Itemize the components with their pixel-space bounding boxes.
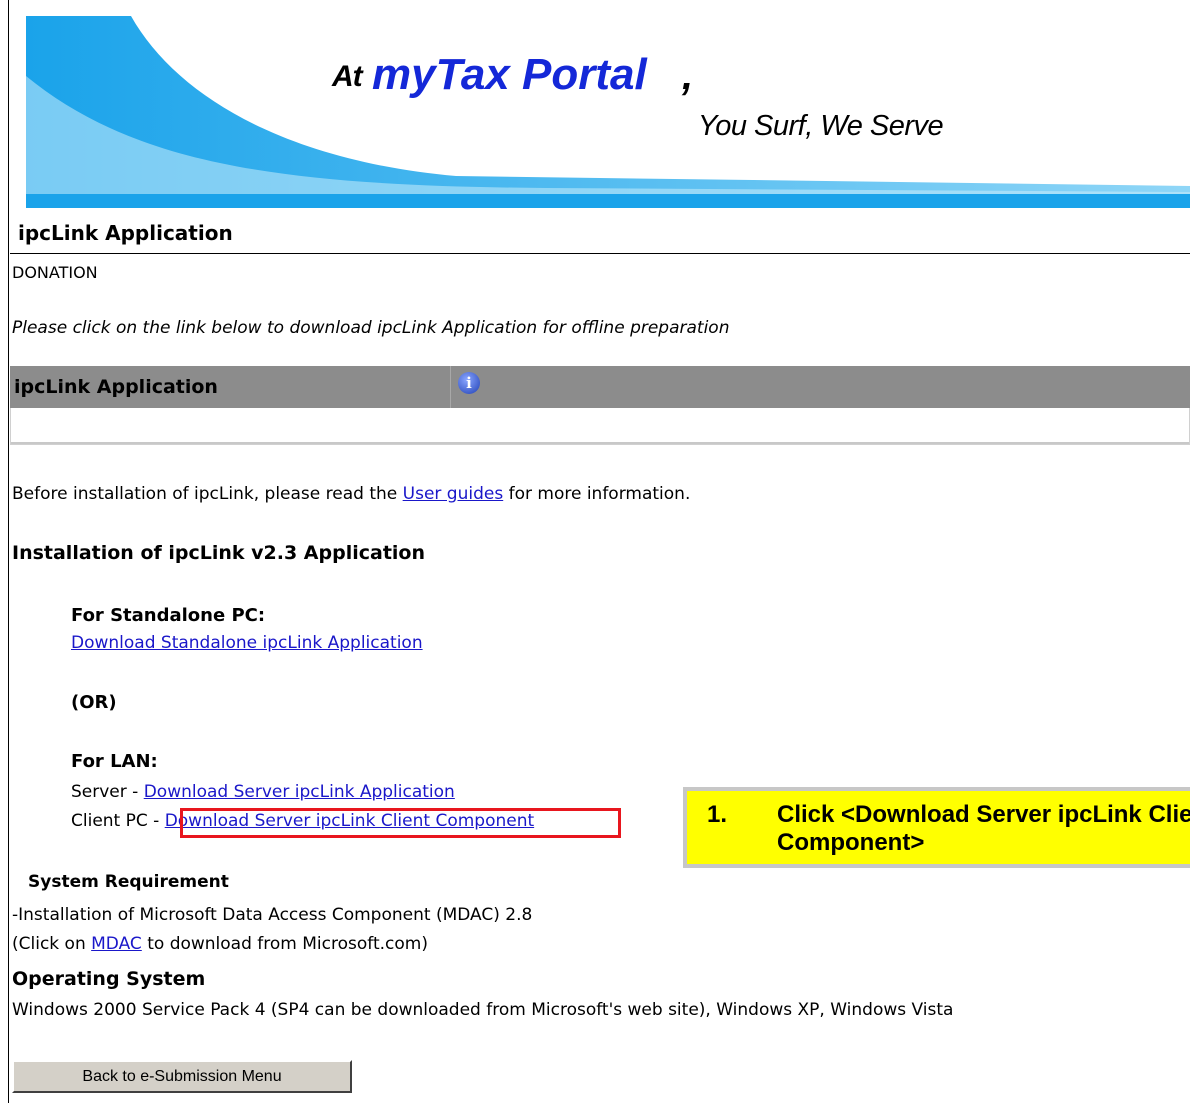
client-prefix: Client PC - <box>71 811 160 831</box>
mdac-requirement: -Installation of Microsoft Data Access C… <box>12 905 533 925</box>
back-to-menu-button[interactable]: Back to e-Submission Menu <box>12 1060 352 1093</box>
page-title: ipcLink Application <box>18 221 233 245</box>
os-text: Windows 2000 Service Pack 4 (SP4 can be … <box>12 1000 954 1020</box>
user-guides-link[interactable]: User guides <box>403 484 504 504</box>
or-label: (OR) <box>71 692 117 713</box>
user-guides-line: Before installation of ipcLink, please r… <box>12 484 690 504</box>
system-requirement-heading: System Requirement <box>28 872 229 892</box>
panel-header-divider <box>450 366 451 408</box>
mytax-portal-banner: At myTax Portal , You Surf, We Serve <box>26 16 1190 208</box>
banner-tagline: You Surf, We Serve <box>698 110 944 142</box>
download-standalone-link[interactable]: Download Standalone ipcLink Application <box>71 633 423 653</box>
banner-graphic <box>26 16 1190 208</box>
lan-heading: For LAN: <box>71 751 158 772</box>
mdac-link[interactable]: MDAC <box>91 934 142 954</box>
banner-brand-text: myTax Portal <box>372 50 647 99</box>
os-heading: Operating System <box>12 968 206 990</box>
title-divider <box>10 253 1190 254</box>
user-guides-after: for more information. <box>508 484 691 504</box>
category-label: DONATION <box>12 263 98 282</box>
install-heading: Installation of ipcLink v2.3 Application <box>12 542 425 564</box>
server-prefix: Server - <box>71 782 139 802</box>
user-guides-before: Before installation of ipcLink, please r… <box>12 484 398 504</box>
callout-line-2: Component> <box>777 829 925 856</box>
info-icon[interactable]: i <box>458 372 480 394</box>
panel-header-title: ipcLink Application <box>14 376 218 398</box>
panel-header: ipcLink Application i <box>10 366 1190 408</box>
mdac-after: to download from Microsoft.com) <box>147 934 428 954</box>
mdac-before: (Click on <box>12 934 86 954</box>
callout-step-number: 1. <box>707 801 728 828</box>
download-server-link[interactable]: Download Server ipcLink Application <box>144 782 455 802</box>
server-line: Server - Download Server ipcLink Applica… <box>71 782 455 802</box>
callout-line-1: Click <Download Server ipcLink Client <box>777 801 1190 828</box>
banner-at-text: At <box>332 60 363 93</box>
standalone-heading: For Standalone PC: <box>71 605 266 626</box>
highlight-box <box>180 808 621 838</box>
mdac-download-line: (Click on MDAC to download from Microsof… <box>12 934 428 954</box>
banner-comma: , <box>682 54 694 98</box>
instruction-callout: 1. Click <Download Server ipcLink Client… <box>683 787 1190 868</box>
instruction-text: Please click on the link below to downlo… <box>12 318 730 338</box>
page-left-border <box>8 0 9 1103</box>
panel-body <box>10 408 1190 445</box>
